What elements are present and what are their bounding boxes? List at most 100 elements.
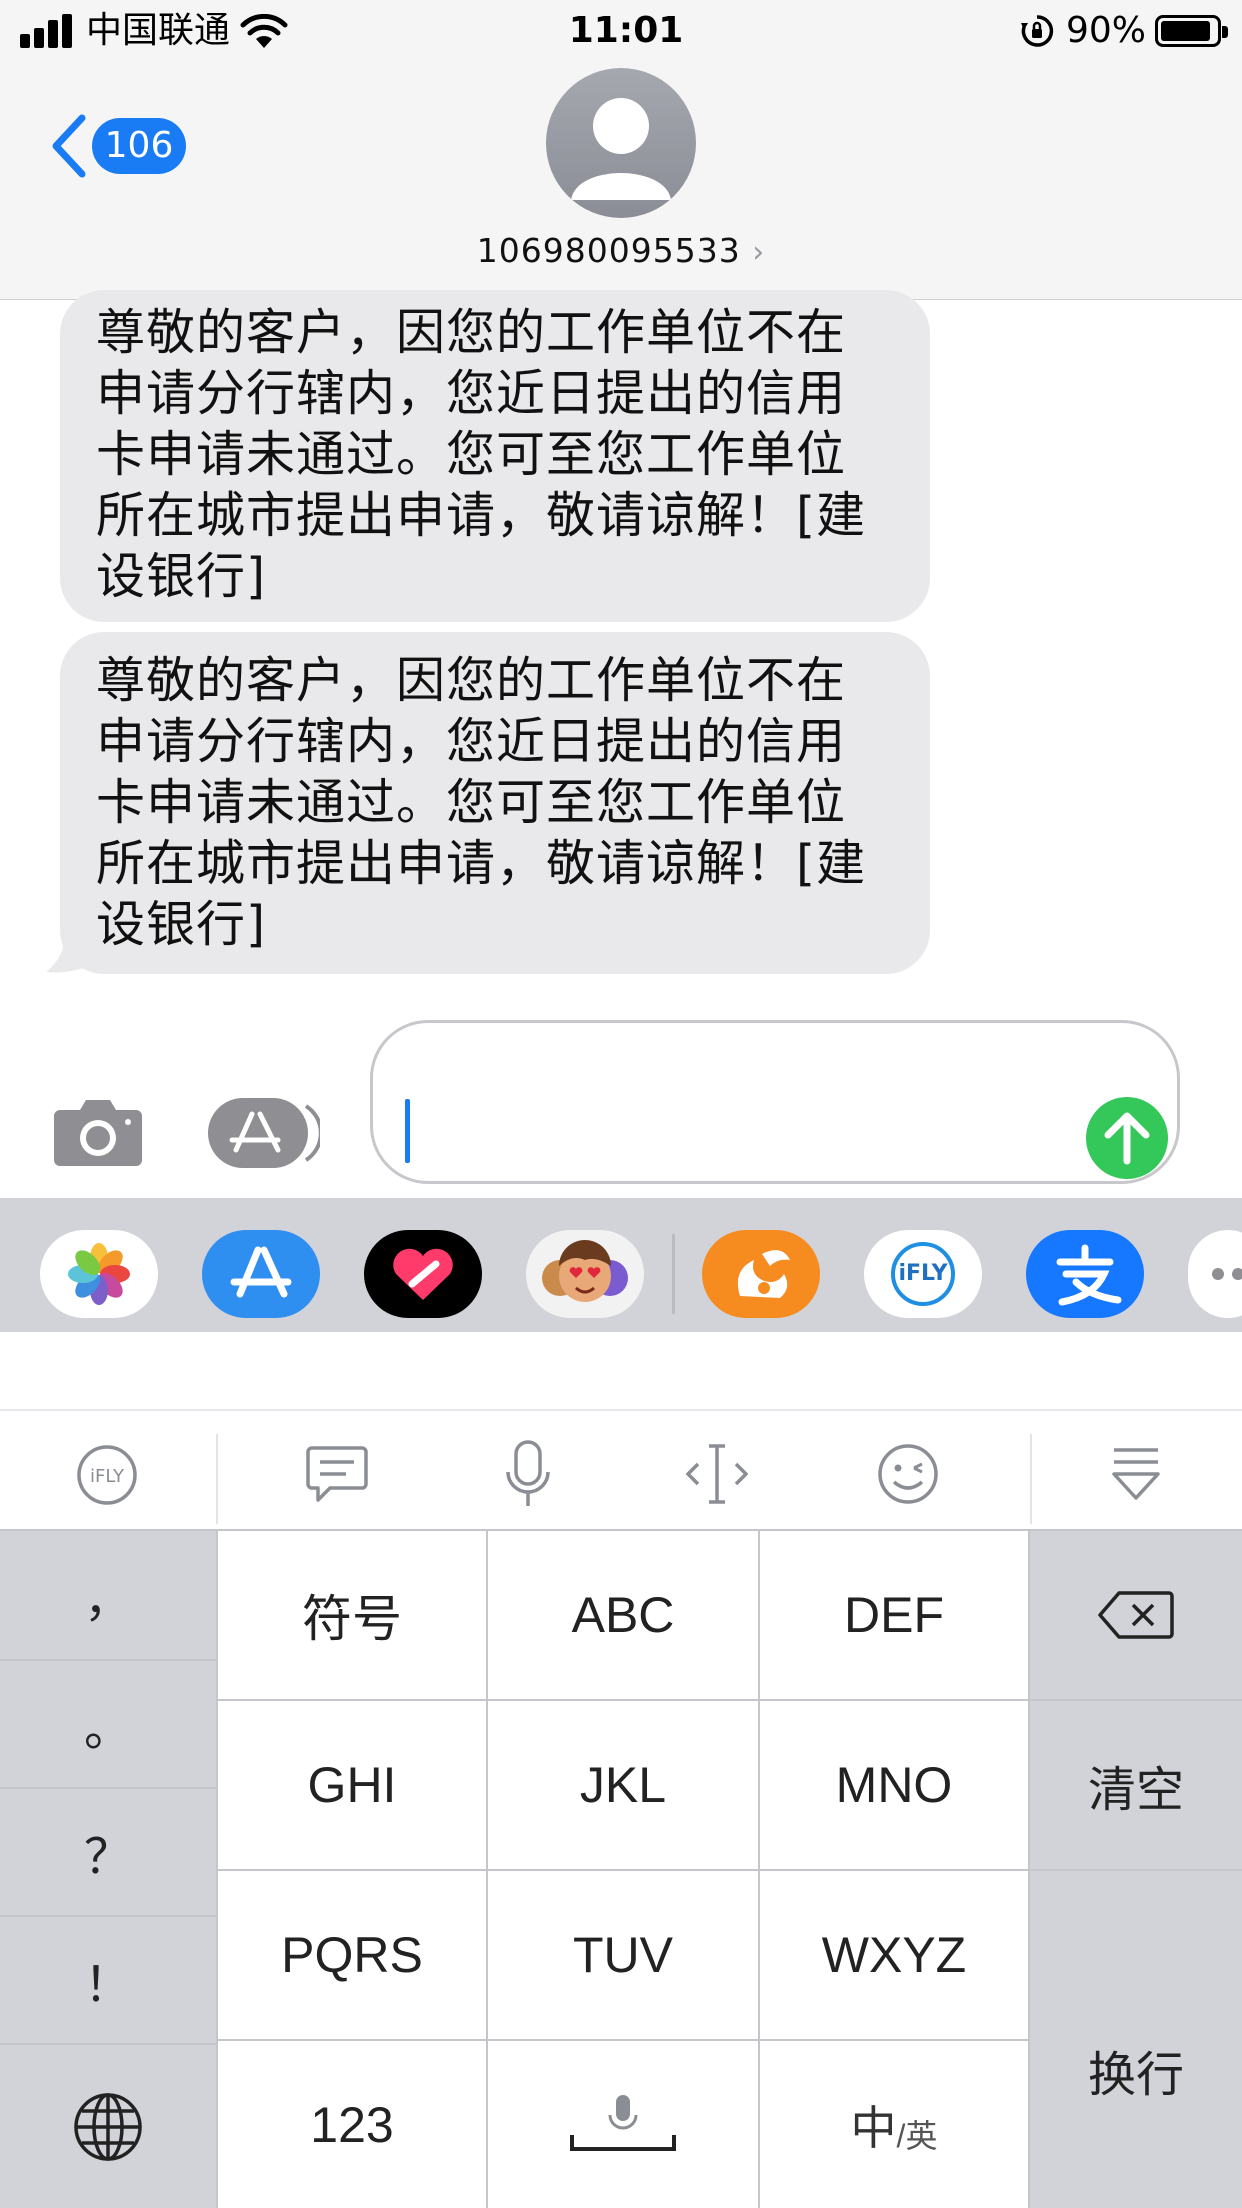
- keyboard: iFLY ， 。 ？ ！ 符号 ABC DEF GHI JKL MNO PQRS…: [0, 1332, 1242, 2208]
- globe-icon: [74, 2092, 142, 2161]
- key-label: 。: [83, 1703, 132, 1756]
- message-line: 设银行]: [96, 896, 267, 953]
- key-label: MNO: [835, 1757, 953, 1813]
- chevron-right-icon: ›: [752, 235, 766, 270]
- key-abc[interactable]: ABC: [488, 1531, 758, 1699]
- delete-icon: [1098, 1591, 1174, 1639]
- back-button[interactable]: 106: [40, 110, 200, 182]
- orientation-lock-icon: [1021, 15, 1054, 47]
- key-wxyz[interactable]: WXYZ: [760, 1871, 1028, 2039]
- ifly-label: iFLY: [898, 1261, 948, 1286]
- alipay-app-button[interactable]: [1026, 1230, 1144, 1318]
- key-ghi[interactable]: GHI: [218, 1701, 486, 1869]
- message-line: 所在城市提出申请，敬请谅解！[建: [96, 835, 867, 892]
- key-sublabel: /英: [896, 2117, 938, 2154]
- bubble-tail: [46, 920, 100, 973]
- ifly-logo-icon[interactable]: iFLY: [74, 1444, 140, 1506]
- key-mno[interactable]: MNO: [760, 1701, 1028, 1869]
- key-label: DEF: [844, 1587, 944, 1643]
- cursor-move-icon[interactable]: [686, 1442, 748, 1506]
- svg-text:iFLY: iFLY: [90, 1466, 125, 1487]
- message-line: 卡申请未通过。您可至您工作单位: [96, 426, 847, 483]
- text-cursor: [405, 1099, 410, 1163]
- app-store-icon: [208, 1098, 323, 1168]
- key-label: 清空: [1087, 1764, 1184, 1817]
- app-store-icon: [230, 1246, 292, 1298]
- memoji-icon: [542, 1240, 628, 1302]
- arrow-up-icon: [1104, 1112, 1150, 1165]
- key-def[interactable]: DEF: [760, 1531, 1028, 1699]
- key-label: GHI: [307, 1757, 397, 1813]
- unread-count: 106: [104, 125, 174, 166]
- microphone-icon[interactable]: [504, 1440, 552, 1510]
- app-store-button[interactable]: [208, 1098, 323, 1168]
- contact-number: 106980095533: [476, 231, 741, 270]
- message-line: 尊敬的客户，因您的工作单位不在: [96, 304, 847, 361]
- ifly-app-button[interactable]: iFLY: [864, 1230, 982, 1318]
- clear-key[interactable]: 清空: [1030, 1701, 1242, 1869]
- key-label: TUV: [573, 1927, 673, 1983]
- digital-touch-app-button[interactable]: [364, 1230, 482, 1318]
- key-label: 中: [850, 2101, 897, 2154]
- space-key[interactable]: [488, 2041, 758, 2208]
- digital-touch-icon: [393, 1248, 453, 1300]
- battery-percent: 90%: [1066, 10, 1147, 51]
- key-question[interactable]: ？: [0, 1789, 216, 1915]
- key-language-switch[interactable]: 中/英: [760, 2041, 1028, 2208]
- key-tuv[interactable]: TUV: [488, 1871, 758, 2039]
- key-label: ？: [83, 1831, 132, 1884]
- delete-key[interactable]: [1030, 1531, 1242, 1699]
- alipay-icon: [1056, 1244, 1122, 1306]
- return-key[interactable]: 换行: [1030, 1871, 1242, 2208]
- key-label: ，: [83, 1574, 132, 1627]
- photos-app-button[interactable]: [40, 1230, 158, 1318]
- clipboard-icon[interactable]: [306, 1444, 368, 1504]
- memoji-app-button[interactable]: [526, 1230, 644, 1318]
- key-label: ABC: [571, 1587, 675, 1643]
- contact-name-button[interactable]: 106980095533 ›: [0, 230, 1242, 274]
- camera-icon: [54, 1100, 142, 1166]
- send-button[interactable]: [1086, 1097, 1168, 1179]
- message-bubble[interactable]: 尊敬的客户，因您的工作单位不在 申请分行辖内，您近日提出的信用 卡申请未通过。您…: [60, 632, 930, 974]
- key-pqrs[interactable]: PQRS: [218, 1871, 486, 2039]
- message-line: 卡申请未通过。您可至您工作单位: [96, 774, 847, 831]
- uc-browser-icon: [737, 1250, 790, 1298]
- more-icon: [1212, 1268, 1242, 1280]
- key-label: WXYZ: [821, 1927, 967, 1983]
- clock: 11:01: [568, 10, 684, 51]
- imessage-apps-drawer: iFLY: [0, 1198, 1242, 1332]
- message-line: 尊敬的客户，因您的工作单位不在: [96, 652, 847, 709]
- space-mic-icon: [570, 2094, 676, 2151]
- key-label: 符号: [302, 1591, 402, 1647]
- emoji-icon[interactable]: [876, 1442, 940, 1506]
- hide-keyboard-icon[interactable]: [1110, 1446, 1162, 1502]
- key-label: JKL: [579, 1757, 667, 1813]
- key-label: 123: [310, 2096, 394, 2153]
- more-apps-button[interactable]: [1188, 1230, 1242, 1318]
- chevron-left-icon: [52, 114, 86, 178]
- key-exclamation[interactable]: ！: [0, 1917, 216, 2043]
- uc-browser-app-button[interactable]: [702, 1230, 820, 1318]
- status-bar: 中国联通 11:01 90%: [0, 0, 1242, 62]
- key-jkl[interactable]: JKL: [488, 1701, 758, 1869]
- key-numbers[interactable]: 123: [218, 2041, 486, 2208]
- person-icon: [571, 98, 671, 200]
- key-label: PQRS: [281, 1927, 423, 1983]
- message-input[interactable]: [370, 1020, 1180, 1184]
- app-store-app-button[interactable]: [202, 1230, 320, 1318]
- key-label: 换行: [1087, 2048, 1184, 2102]
- photos-icon: [68, 1243, 130, 1305]
- key-symbols[interactable]: 符号: [218, 1531, 486, 1699]
- key-comma[interactable]: ，: [0, 1531, 216, 1659]
- message-bubble[interactable]: 尊敬的客户，因您的工作单位不在 申请分行辖内，您近日提出的信用 卡申请未通过。您…: [60, 290, 930, 622]
- message-line: 所在城市提出申请，敬请谅解！[建: [96, 487, 867, 544]
- battery-fill: [1161, 21, 1210, 41]
- key-label: ！: [83, 1959, 132, 2012]
- contact-avatar[interactable]: [546, 68, 696, 218]
- key-period[interactable]: 。: [0, 1661, 216, 1787]
- message-line: 设银行]: [96, 548, 267, 605]
- globe-key[interactable]: [0, 2045, 216, 2208]
- message-line: 申请分行辖内，您近日提出的信用: [96, 713, 847, 770]
- camera-button[interactable]: [52, 1096, 144, 1168]
- battery-icon: [1155, 15, 1228, 47]
